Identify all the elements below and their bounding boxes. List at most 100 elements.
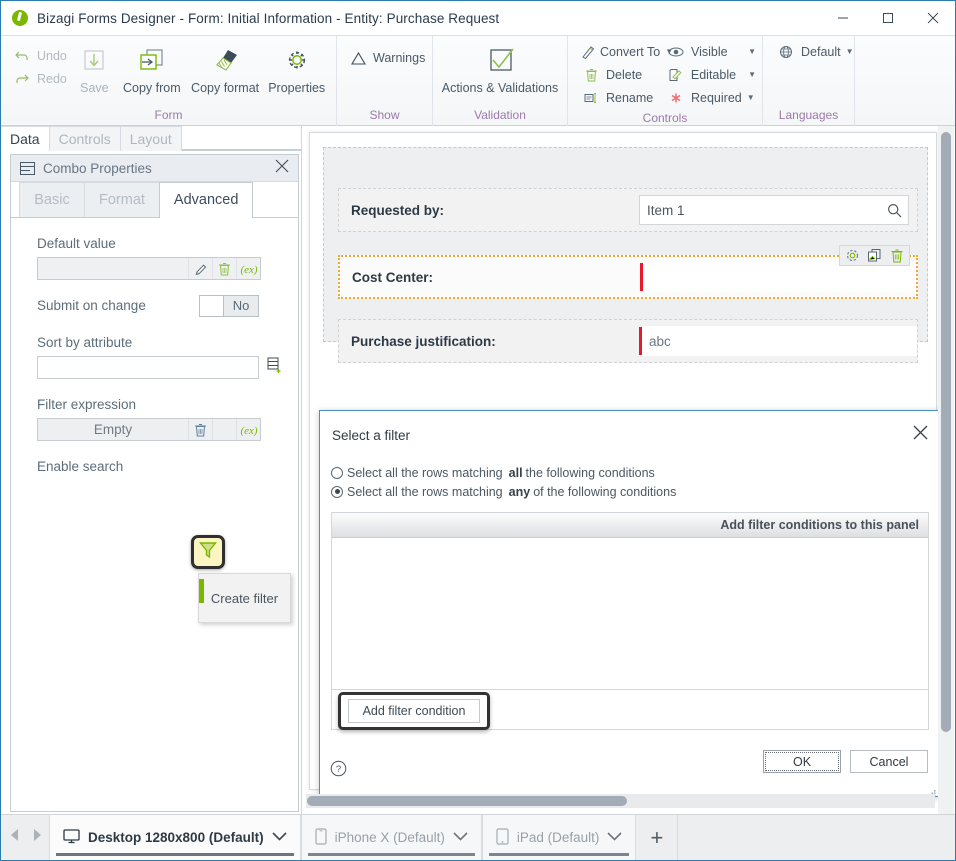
editable-button[interactable]: Editable ▼	[661, 63, 761, 86]
requested-by-combo[interactable]: Item 1	[639, 195, 909, 225]
warnings-button[interactable]: Warnings	[343, 46, 430, 69]
tablet-icon	[496, 827, 509, 848]
active-tab-underline	[56, 853, 294, 856]
sort-by-attribute-input[interactable]	[37, 356, 259, 379]
subtab-basic[interactable]: Basic	[19, 182, 85, 217]
delete-button[interactable]: Delete	[576, 63, 661, 86]
submit-on-change-row: No	[199, 295, 282, 317]
horizontal-scrollbar-thumb[interactable]	[307, 796, 627, 806]
dialog-buttons: OK Cancel	[763, 750, 928, 773]
add-device-tab-button[interactable]: +	[636, 815, 679, 860]
chevron-down-icon[interactable]	[453, 831, 468, 844]
undo-button[interactable]: Undo	[7, 44, 72, 67]
actions-validations-button[interactable]: Actions & Validations	[439, 36, 561, 95]
duplicate-icon[interactable]	[865, 247, 884, 265]
device-tab-label: Desktop 1280x800 (Default)	[88, 830, 264, 845]
filter-match-options: Select all the rows matching all the fol…	[331, 463, 676, 501]
save-button[interactable]: Save	[72, 36, 117, 95]
gear-icon[interactable]	[843, 247, 862, 265]
expression-icon[interactable]: (ex)	[236, 258, 260, 279]
visible-button[interactable]: Visible ▼	[661, 40, 761, 63]
chevron-down-icon[interactable]	[607, 831, 623, 844]
copy-format-button[interactable]: Copy format	[187, 36, 264, 95]
tab-layout[interactable]: Layout	[120, 126, 182, 151]
chevron-down-icon: ▼	[845, 47, 854, 56]
properties-label: Properties	[268, 81, 326, 95]
enable-search-label: Enable search	[37, 459, 124, 474]
maximize-icon[interactable]	[865, 1, 910, 35]
chevron-down-icon[interactable]	[272, 831, 287, 844]
close-icon[interactable]	[910, 1, 955, 35]
add-filter-condition-button[interactable]: Add filter condition	[348, 699, 480, 723]
radio-any-suffix: of the following conditions	[533, 484, 677, 499]
editable-label: Editable	[690, 67, 737, 82]
device-tab-iphone-x[interactable]: iPhone X (Default)	[300, 815, 482, 860]
vertical-scrollbar[interactable]	[938, 126, 954, 814]
copy-from-label: Copy from	[123, 81, 181, 95]
cancel-button[interactable]: Cancel	[850, 750, 928, 773]
horizontal-scrollbar[interactable]	[306, 794, 935, 808]
radio-all-suffix: the following conditions	[525, 465, 655, 480]
filter-conditions-list[interactable]	[332, 538, 928, 690]
radio-all-strong: all	[508, 465, 523, 480]
field-requested-by[interactable]: Requested by: Item 1	[338, 188, 918, 232]
field-purchase-justification[interactable]: Purchase justification: abc	[338, 319, 918, 363]
redo-button[interactable]: Redo	[7, 67, 72, 90]
device-tab-desktop[interactable]: Desktop 1280x800 (Default)	[49, 815, 301, 860]
resize-grip[interactable]	[929, 785, 937, 797]
ok-button[interactable]: OK	[763, 750, 841, 773]
default-value-input[interactable]	[38, 258, 188, 279]
sort-by-attribute-row	[37, 356, 282, 379]
trash-icon[interactable]	[887, 247, 906, 265]
sort-by-attribute-label: Sort by attribute	[37, 335, 133, 350]
minimize-icon[interactable]	[820, 1, 865, 35]
default-language-button[interactable]: Default ▼	[771, 40, 859, 63]
radio-option-all[interactable]: Select all the rows matching all the fol…	[331, 463, 676, 482]
filter-expression-value[interactable]: Empty	[38, 419, 188, 440]
radio-option-any[interactable]: Select all the rows matching any of the …	[331, 482, 676, 501]
ribbon-group-form: Undo Redo Save Copy from Copy format Pro…	[1, 36, 337, 126]
device-tab-label: iPad (Default)	[516, 830, 600, 845]
trash-icon[interactable]	[188, 419, 212, 440]
device-tab-bar: Desktop 1280x800 (Default) iPhone X (Def…	[1, 814, 955, 860]
vertical-scrollbar-thumb[interactable]	[941, 132, 951, 732]
subtab-format[interactable]: Format	[84, 182, 160, 217]
subtab-advanced[interactable]: Advanced	[158, 182, 254, 218]
trash-icon[interactable]	[212, 258, 236, 279]
tab-data[interactable]: Data	[1, 126, 50, 151]
submit-on-change-toggle[interactable]: No	[199, 295, 259, 317]
filter-expression-row: Empty (ex)	[37, 418, 282, 441]
rename-label: Rename	[606, 90, 654, 105]
required-button[interactable]: Required ▼	[661, 86, 761, 109]
rename-button[interactable]: Rename	[576, 86, 661, 109]
device-tab-label: iPhone X (Default)	[334, 830, 445, 845]
purchase-justification-input[interactable]: abc	[642, 326, 917, 356]
monitor-icon	[63, 828, 80, 847]
create-filter-button-highlight[interactable]	[191, 535, 225, 569]
copy-from-icon	[136, 42, 168, 80]
close-icon[interactable]	[913, 425, 928, 445]
help-question-icon[interactable]: ?	[330, 760, 347, 782]
cost-center-input[interactable]	[643, 262, 916, 292]
pencil-icon[interactable]	[188, 258, 212, 279]
database-add-icon[interactable]	[267, 357, 282, 378]
radio-indicator	[331, 466, 343, 479]
next-arrow-icon[interactable]	[31, 828, 43, 847]
add-filter-condition-highlight: Add filter condition	[338, 692, 490, 730]
convert-to-icon	[581, 45, 595, 59]
tab-controls[interactable]: Controls	[49, 126, 121, 151]
editable-pencil-icon	[666, 68, 686, 82]
field-cost-center[interactable]: Cost Center:	[338, 245, 918, 299]
device-tab-ipad[interactable]: iPad (Default)	[481, 815, 637, 860]
convert-to-button[interactable]: Convert To ▼	[576, 40, 673, 63]
globe-icon	[776, 45, 796, 59]
prev-arrow-icon[interactable]	[9, 828, 21, 847]
copy-from-button[interactable]: Copy from	[117, 36, 187, 95]
search-icon[interactable]	[880, 203, 908, 218]
close-icon[interactable]	[275, 159, 289, 178]
undo-redo-column: Undo Redo	[7, 36, 72, 90]
expression-icon[interactable]: (ex)	[236, 419, 260, 440]
panel-tabs: Data Controls Layout	[1, 126, 301, 151]
properties-button[interactable]: Properties	[263, 36, 330, 95]
filter-conditions-panel: Add filter conditions to this panel Add …	[331, 512, 929, 730]
